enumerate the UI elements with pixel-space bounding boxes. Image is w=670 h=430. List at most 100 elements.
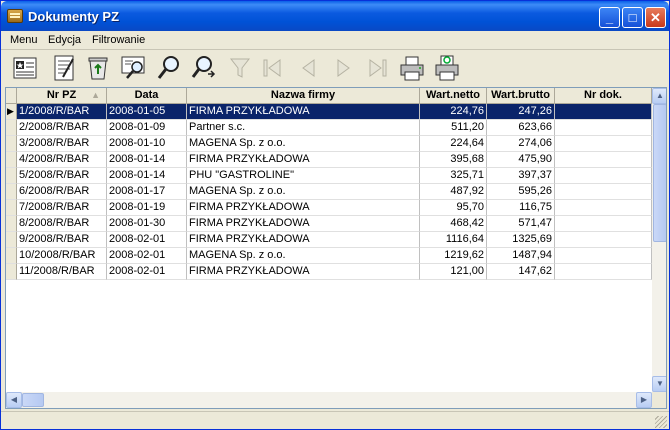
cell-nr-dok[interactable] (555, 264, 652, 280)
cell-nr-pz[interactable]: 7/2008/R/BAR (17, 200, 107, 216)
cell-wart-brutto[interactable]: 571,47 (487, 216, 555, 232)
row-indicator[interactable] (6, 120, 17, 136)
search-next-icon[interactable] (189, 53, 219, 83)
cell-data[interactable]: 2008-01-09 (107, 120, 187, 136)
cell-nazwa-firmy[interactable]: FIRMA PRZYKŁADOWA (187, 104, 420, 120)
cell-wart-netto[interactable]: 1116,64 (420, 232, 487, 248)
row-indicator[interactable] (6, 248, 17, 264)
horizontal-scroll-thumb[interactable] (22, 393, 44, 407)
first-record-icon[interactable] (258, 53, 288, 83)
cell-data[interactable]: 2008-02-01 (107, 264, 187, 280)
row-indicator[interactable] (6, 232, 17, 248)
row-indicator[interactable] (6, 264, 17, 280)
vertical-scroll-thumb[interactable] (653, 104, 666, 242)
cell-wart-netto[interactable]: 325,71 (420, 168, 487, 184)
column-header-nr-dok[interactable]: Nr dok. (555, 88, 652, 104)
maximize-button[interactable]: □ (622, 7, 643, 28)
cell-wart-netto[interactable]: 468,42 (420, 216, 487, 232)
cell-wart-netto[interactable]: 511,20 (420, 120, 487, 136)
horizontal-scrollbar[interactable]: ◀ ▶ (6, 392, 652, 408)
cell-nazwa-firmy[interactable]: FIRMA PRZYKŁADOWA (187, 264, 420, 280)
cell-wart-brutto[interactable]: 274,06 (487, 136, 555, 152)
cell-nr-dok[interactable] (555, 216, 652, 232)
cell-wart-brutto[interactable]: 595,26 (487, 184, 555, 200)
cell-nazwa-firmy[interactable]: FIRMA PRZYKŁADOWA (187, 152, 420, 168)
cell-wart-brutto[interactable]: 475,90 (487, 152, 555, 168)
row-indicator[interactable] (6, 168, 17, 184)
table-row[interactable]: 9/2008/R/BAR 2008-02-01 FIRMA PRZYKŁADOWA 1… (6, 232, 654, 248)
cell-nr-pz[interactable]: 3/2008/R/BAR (17, 136, 107, 152)
table-row[interactable]: 5/2008/R/BAR 2008-01-14 PHU "GASTROLINE" 32… (6, 168, 654, 184)
print-preview-icon[interactable] (432, 53, 462, 83)
cell-nazwa-firmy[interactable]: Partner s.c. (187, 120, 420, 136)
cell-data[interactable]: 2008-01-05 (107, 104, 187, 120)
preview-icon[interactable] (119, 53, 149, 83)
table-row[interactable]: 2/2008/R/BAR 2008-01-09 Partner s.c. 511,20… (6, 120, 654, 136)
cell-wart-netto[interactable]: 121,00 (420, 264, 487, 280)
cell-nr-dok[interactable] (555, 120, 652, 136)
row-indicator[interactable] (6, 184, 17, 200)
cell-wart-brutto[interactable]: 247,26 (487, 104, 555, 120)
cell-nr-dok[interactable] (555, 136, 652, 152)
column-header-nazwa-firmy[interactable]: Nazwa firmy (187, 88, 420, 104)
cell-nr-dok[interactable] (555, 232, 652, 248)
cell-nazwa-firmy[interactable]: PHU "GASTROLINE" (187, 168, 420, 184)
printer-icon[interactable] (397, 53, 427, 83)
scroll-up-button[interactable]: ▲ (652, 88, 666, 104)
menu-edycja[interactable]: Edycja (48, 34, 81, 46)
card-icon[interactable] (11, 53, 41, 83)
cell-wart-netto[interactable]: 487,92 (420, 184, 487, 200)
cell-wart-netto[interactable]: 224,76 (420, 104, 487, 120)
column-header-wart-brutto[interactable]: Wart.brutto (487, 88, 555, 104)
cell-wart-netto[interactable]: 95,70 (420, 200, 487, 216)
cell-data[interactable]: 2008-01-30 (107, 216, 187, 232)
cell-nazwa-firmy[interactable]: FIRMA PRZYKŁADOWA (187, 232, 420, 248)
table-row[interactable]: 3/2008/R/BAR 2008-01-10 MAGENA Sp. z o.o. 2… (6, 136, 654, 152)
cell-nr-pz[interactable]: 5/2008/R/BAR (17, 168, 107, 184)
cell-wart-brutto[interactable]: 1487,94 (487, 248, 555, 264)
cell-nazwa-firmy[interactable]: FIRMA PRZYKŁADOWA (187, 200, 420, 216)
table-row[interactable]: ▶ 1/2008/R/BAR 2008-01-05 FIRMA PRZYKŁADOWA… (6, 104, 654, 120)
edit-document-icon[interactable] (49, 53, 79, 83)
next-record-icon[interactable] (328, 53, 358, 83)
cell-nazwa-firmy[interactable]: FIRMA PRZYKŁADOWA (187, 216, 420, 232)
cell-nr-pz[interactable]: 6/2008/R/BAR (17, 184, 107, 200)
table-row[interactable]: 10/2008/R/BAR 2008-02-01 MAGENA Sp. z o.o.… (6, 248, 654, 264)
resize-grip-icon[interactable] (655, 416, 667, 428)
cell-data[interactable]: 2008-02-01 (107, 248, 187, 264)
cell-data[interactable]: 2008-01-14 (107, 152, 187, 168)
cell-data[interactable]: 2008-01-10 (107, 136, 187, 152)
title-bar[interactable]: Dokumenty PZ _ □ ✕ (1, 1, 669, 31)
menu-menu[interactable]: Menu (10, 34, 38, 46)
cell-nr-dok[interactable] (555, 104, 652, 120)
cell-wart-brutto[interactable]: 147,62 (487, 264, 555, 280)
cell-nr-pz[interactable]: 10/2008/R/BAR (17, 248, 107, 264)
cell-wart-brutto[interactable]: 623,66 (487, 120, 555, 136)
table-row[interactable]: 4/2008/R/BAR 2008-01-14 FIRMA PRZYKŁADOWA 3… (6, 152, 654, 168)
cell-data[interactable]: 2008-02-01 (107, 232, 187, 248)
previous-record-icon[interactable] (294, 53, 324, 83)
cell-wart-brutto[interactable]: 397,37 (487, 168, 555, 184)
cell-nazwa-firmy[interactable]: MAGENA Sp. z o.o. (187, 184, 420, 200)
vertical-scrollbar[interactable]: ▲ ▼ (652, 88, 666, 392)
cell-nr-pz[interactable]: 8/2008/R/BAR (17, 216, 107, 232)
cell-nr-pz[interactable]: 2/2008/R/BAR (17, 120, 107, 136)
cell-nazwa-firmy[interactable]: MAGENA Sp. z o.o. (187, 248, 420, 264)
scroll-left-button[interactable]: ◀ (6, 392, 22, 408)
table-row[interactable]: 7/2008/R/BAR 2008-01-19 FIRMA PRZYKŁADOWA 9… (6, 200, 654, 216)
cell-nazwa-firmy[interactable]: MAGENA Sp. z o.o. (187, 136, 420, 152)
cell-nr-pz[interactable]: 9/2008/R/BAR (17, 232, 107, 248)
scroll-down-button[interactable]: ▼ (652, 376, 666, 392)
row-indicator[interactable] (6, 152, 17, 168)
cell-nr-dok[interactable] (555, 152, 652, 168)
close-button[interactable]: ✕ (645, 7, 666, 28)
column-header-nr-pz[interactable]: Nr PZ ▲ (17, 88, 107, 104)
cell-nr-dok[interactable] (555, 200, 652, 216)
filter-icon[interactable] (225, 53, 255, 83)
cell-nr-pz[interactable]: 11/2008/R/BAR (17, 264, 107, 280)
minimize-button[interactable]: _ (599, 7, 620, 28)
cell-wart-netto[interactable]: 1219,62 (420, 248, 487, 264)
column-header-wart-netto[interactable]: Wart.netto (420, 88, 487, 104)
table-row[interactable]: 11/2008/R/BAR 2008-02-01 FIRMA PRZYKŁADOWA… (6, 264, 654, 280)
column-header-data[interactable]: Data (107, 88, 187, 104)
